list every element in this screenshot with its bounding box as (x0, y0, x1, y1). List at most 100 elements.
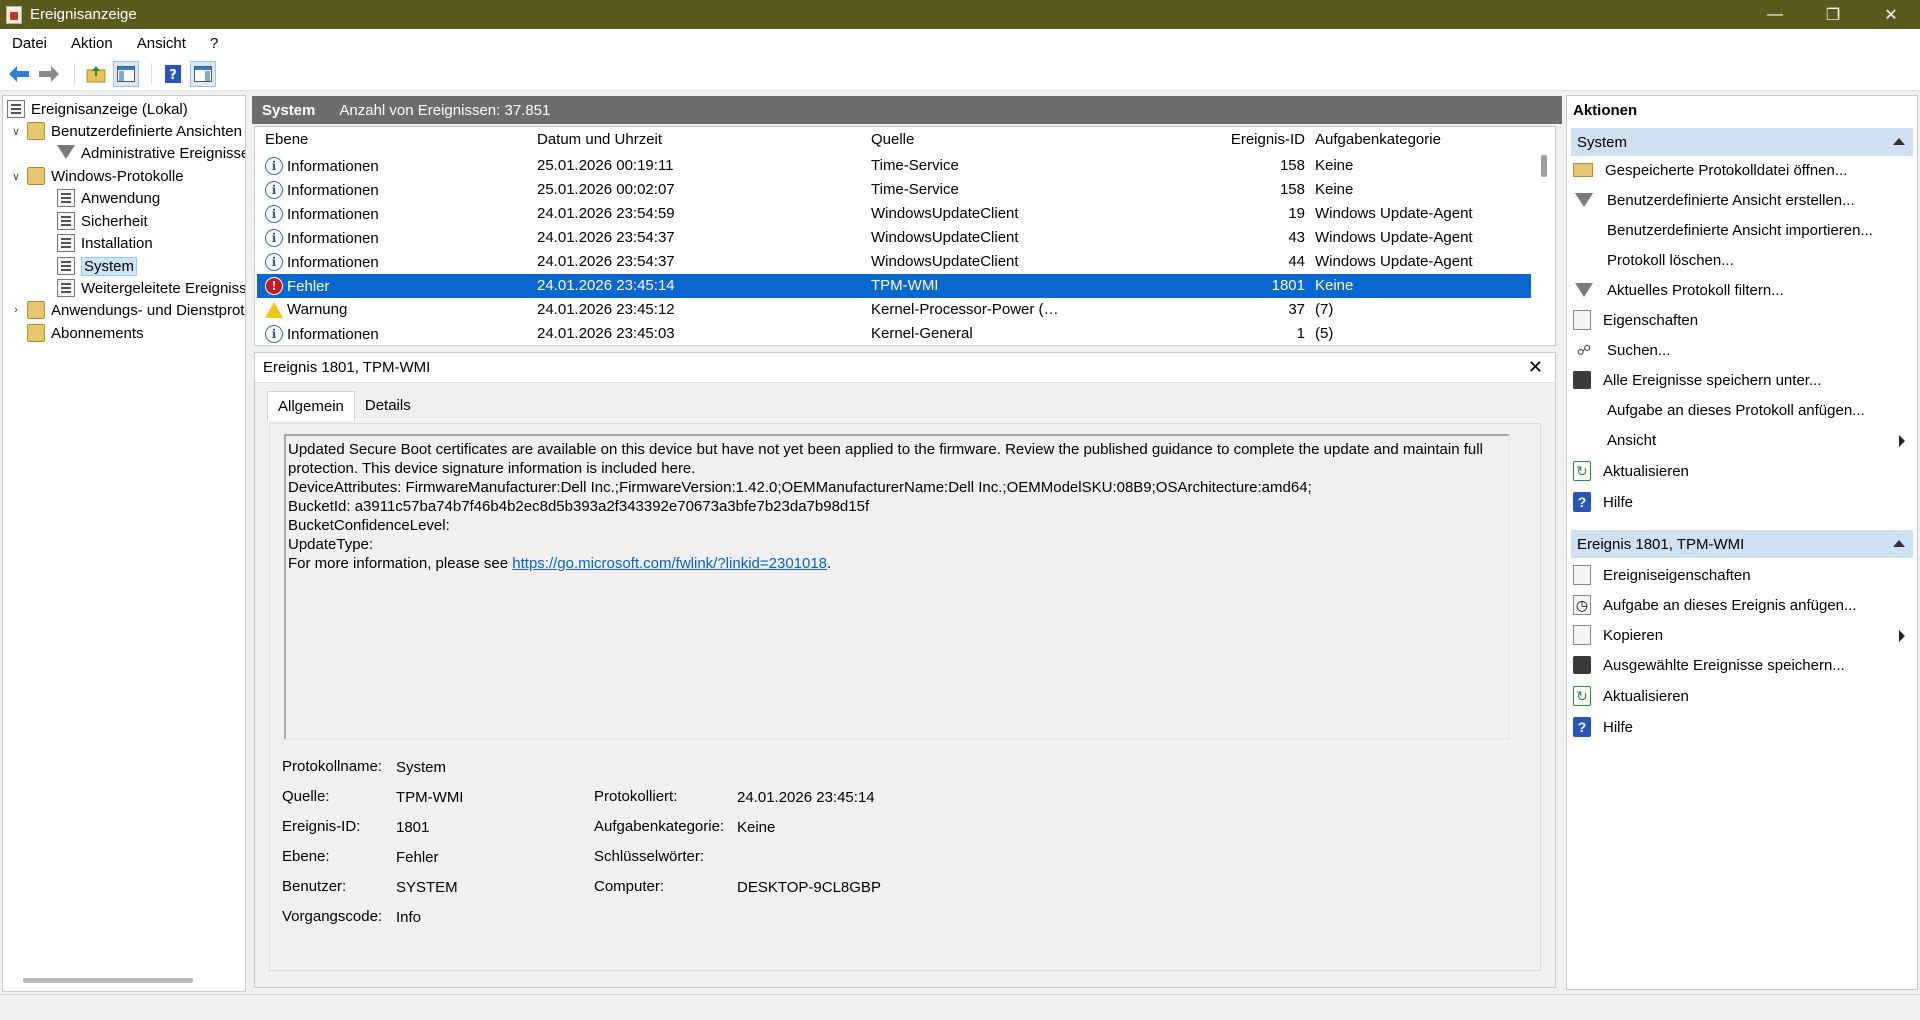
tab-general[interactable]: Allgemein (267, 391, 355, 421)
table-row[interactable]: ! Fehler 24.01.2026 23:45:14 TPM-WMI 1801 Kei… (257, 274, 1531, 298)
action-hilfe[interactable]: ? Hilfe (1573, 489, 1909, 515)
properties-icon (1573, 310, 1591, 330)
action-ereigniseigenschaften[interactable]: Ereigniseigenschaften (1573, 562, 1909, 588)
action-aktualisieren[interactable]: ↻ Aktualisieren (1573, 458, 1909, 484)
up-folder-button[interactable] (83, 61, 109, 87)
cell-date: 24.01.2026 23:54:59 (537, 205, 675, 222)
cell-task-category: Windows Update-Agent (1315, 229, 1473, 246)
menu-aktion[interactable]: Aktion (59, 35, 125, 52)
action-benutzerdefinierte-ansicht-erstellen[interactable]: Benutzerdefinierte Ansicht erstellen... (1573, 187, 1909, 213)
action-eigenschaften[interactable]: Eigenschaften (1573, 307, 1909, 333)
cell-event-id: 44 (1288, 253, 1305, 270)
cell-event-id: 158 (1279, 181, 1305, 198)
menu-help[interactable]: ? (198, 35, 230, 52)
cell-event-id: 1 (1296, 325, 1305, 342)
vertical-scrollbar[interactable] (1541, 155, 1547, 177)
column-header-source[interactable]: Quelle (871, 131, 914, 148)
properties-icon (1573, 565, 1591, 585)
chevron-down-icon[interactable]: ∨ (9, 125, 23, 138)
action-ausgewählte-ereignisse-speichern[interactable]: Ausgewählte Ereignisse speichern... (1573, 652, 1909, 678)
task-icon: ◷ (1573, 595, 1591, 615)
tree-item-system[interactable]: System (57, 255, 138, 277)
cell-level: i Informationen (265, 229, 379, 247)
message-line: UpdateType: (288, 536, 374, 553)
close-icon[interactable]: ✕ (1528, 357, 1543, 378)
forward-button[interactable] (36, 61, 62, 87)
menu-ansicht[interactable]: Ansicht (125, 35, 198, 52)
table-row[interactable]: i Informationen 24.01.2026 23:54:59 Windows… (257, 202, 1531, 226)
cell-task-category: Keine (1315, 181, 1354, 198)
toolbar: ? (0, 57, 1920, 91)
action-aktualisieren[interactable]: ↻ Aktualisieren (1573, 683, 1909, 709)
cell-source: Time-Service (871, 157, 959, 174)
collapse-icon[interactable] (1893, 540, 1905, 547)
prop-label-event-id: Ereignis-ID: (282, 818, 361, 835)
table-row[interactable]: i Informationen 24.01.2026 23:54:37 Windows… (257, 250, 1531, 274)
menu-datei[interactable]: Datei (0, 35, 59, 52)
action-protokoll-löschen[interactable]: Protokoll löschen... (1573, 247, 1909, 273)
close-window-button[interactable]: ✕ (1862, 0, 1920, 29)
collapse-icon[interactable] (1893, 138, 1905, 145)
prop-value-source: TPM-WMI (396, 789, 464, 806)
action-kopieren[interactable]: Kopieren (1573, 622, 1909, 648)
prop-label-user: Benutzer: (282, 878, 347, 895)
help-toolbar-button[interactable]: ? (160, 61, 186, 87)
event-message[interactable]: Updated Secure Boot certificates are ava… (284, 434, 1510, 740)
prop-label-opcode: Vorgangscode: (282, 908, 383, 925)
tree-item-setup[interactable]: Installation (57, 232, 153, 254)
back-button[interactable] (6, 61, 32, 87)
action-alle-ereignisse-speichern-unter[interactable]: Alle Ereignisse speichern unter... (1573, 367, 1909, 393)
tree-item-application[interactable]: Anwendung (57, 187, 160, 209)
tree-item-root[interactable]: Ereignisanzeige (Lokal) (7, 98, 188, 120)
more-info-link[interactable]: https://go.microsoft.com/fwlink/?linkid=… (512, 555, 827, 572)
blank-icon (1573, 220, 1595, 240)
table-row[interactable]: i Informationen 25.01.2026 00:02:07 Time-Se… (257, 178, 1531, 202)
info-icon: i (265, 253, 283, 271)
show-hide-actions-button[interactable] (190, 60, 216, 87)
column-header-date[interactable]: Datum und Uhrzeit (537, 131, 662, 148)
action-aufgabe-an-dieses-protokoll-anfügen[interactable]: Aufgabe an dieses Protokoll anfügen... (1573, 397, 1909, 423)
action-aufgabe-an-dieses-ereignis-anfügen[interactable]: ◷ Aufgabe an dieses Ereignis anfügen... (1573, 592, 1909, 618)
window-controls: — ❐ ✕ (1746, 0, 1920, 29)
restore-button[interactable]: ❐ (1804, 0, 1862, 29)
horizontal-scrollbar[interactable] (23, 978, 193, 983)
save-icon (1573, 371, 1591, 389)
action-gespeicherte-protokolldatei-öffnen[interactable]: Gespeicherte Protokolldatei öffnen... (1573, 157, 1909, 183)
tree-item-forwarded[interactable]: Weitergeleitete Ereignisse (57, 277, 245, 299)
table-row[interactable]: i Informationen 25.01.2026 00:19:11 Time-Se… (257, 154, 1531, 178)
chevron-down-icon[interactable]: ∨ (9, 170, 23, 183)
action-suchen[interactable]: ☍ Suchen... (1573, 337, 1909, 363)
actions-title: Aktionen (1573, 102, 1638, 119)
chevron-right-icon[interactable]: › (9, 304, 23, 316)
minimize-button[interactable]: — (1746, 0, 1804, 29)
table-row[interactable]: i Informationen 24.01.2026 23:45:03 Kernel-… (257, 322, 1531, 345)
action-ansicht[interactable]: Ansicht (1573, 427, 1909, 453)
action-benutzerdefinierte-ansicht-importieren[interactable]: Benutzerdefinierte Ansicht importieren..… (1573, 217, 1909, 243)
column-header-event-id[interactable]: Ereignis-ID (1227, 131, 1305, 148)
filter-icon (1575, 283, 1593, 297)
table-row[interactable]: i Informationen 24.01.2026 23:54:37 Windows… (257, 226, 1531, 250)
action-group-system[interactable]: System (1571, 128, 1913, 156)
tree-item-apps-services[interactable]: › Anwendungs- und Dienstprotokolle (9, 299, 245, 321)
action-hilfe[interactable]: ? Hilfe (1573, 714, 1909, 740)
column-header-level[interactable]: Ebene (265, 131, 308, 148)
cell-date: 24.01.2026 23:45:12 (537, 301, 675, 318)
show-hide-tree-button[interactable] (113, 60, 139, 87)
tree-item-admin-events[interactable]: Administrative Ereignisse (57, 142, 245, 164)
save-icon (1573, 656, 1591, 674)
tab-details[interactable]: Details (355, 391, 421, 421)
table-row[interactable]: Warnung 24.01.2026 23:45:12 Kernel-Process… (257, 298, 1531, 322)
tree-item-security[interactable]: Sicherheit (57, 210, 148, 232)
info-icon: i (265, 205, 283, 223)
action-aktuelles-protokoll-filtern[interactable]: Aktuelles Protokoll filtern... (1573, 277, 1909, 303)
tree-item-subscriptions[interactable]: Abonnements (27, 322, 144, 344)
cell-date: 24.01.2026 23:54:37 (537, 253, 675, 270)
cell-source: WindowsUpdateClient (871, 253, 1019, 270)
column-header-task-category[interactable]: Aufgabenkategorie (1315, 131, 1441, 148)
prop-label-computer: Computer: (594, 878, 665, 895)
tree-item-windows-logs[interactable]: ∨ Windows-Protokolle (9, 165, 184, 187)
action-pane-icon (194, 65, 212, 82)
action-group-event[interactable]: Ereignis 1801, TPM-WMI (1571, 530, 1913, 558)
tree-item-custom-views[interactable]: ∨ Benutzerdefinierte Ansichten (9, 120, 242, 142)
cell-date: 25.01.2026 00:19:11 (537, 157, 674, 174)
